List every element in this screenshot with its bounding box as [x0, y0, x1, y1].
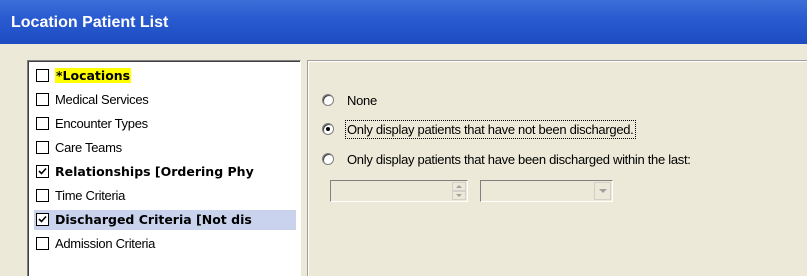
list-item-label: Time Criteria: [55, 188, 126, 203]
list-item-locations[interactable]: *Locations: [34, 66, 296, 86]
spin-buttons[interactable]: [452, 182, 466, 200]
checkbox[interactable]: [36, 141, 49, 154]
radio-label: None: [347, 93, 377, 108]
checkbox-checked[interactable]: [36, 165, 49, 178]
window-title: Location Patient List: [11, 14, 169, 31]
radio-button[interactable]: [322, 153, 334, 165]
radio-button[interactable]: [322, 94, 334, 106]
list-item-label: Medical Services: [55, 92, 149, 107]
list-item-medical-services[interactable]: Medical Services: [34, 90, 296, 110]
discharge-unit-select[interactable]: [480, 180, 613, 202]
radio-label: Only display patients that have been dis…: [347, 152, 691, 167]
checkbox[interactable]: [36, 189, 49, 202]
checkbox[interactable]: [36, 93, 49, 106]
radio-button-selected[interactable]: [322, 123, 334, 135]
list-item-label: Encounter Types: [55, 116, 148, 131]
list-item-label: Relationships [Ordering Phy: [55, 164, 254, 179]
checkbox[interactable]: [36, 117, 49, 130]
list-item-discharged-criteria[interactable]: Discharged Criteria [Not dis: [34, 210, 296, 230]
chevron-down-icon[interactable]: [594, 182, 611, 200]
list-item-label: Care Teams: [55, 140, 122, 155]
spin-down-icon[interactable]: [452, 191, 466, 200]
list-item-encounter-types[interactable]: Encounter Types: [34, 114, 296, 134]
radio-dot-icon: [326, 127, 330, 131]
checkbox[interactable]: [36, 237, 49, 250]
checkbox[interactable]: [36, 69, 49, 82]
list-item-label: Discharged Criteria [Not dis: [55, 212, 252, 227]
list-item-time-criteria[interactable]: Time Criteria: [34, 186, 296, 206]
discharge-quantity-stepper[interactable]: [330, 180, 468, 202]
list-item-care-teams[interactable]: Care Teams: [34, 138, 296, 158]
list-item-relationships[interactable]: Relationships [Ordering Phy: [34, 162, 296, 182]
check-icon: [38, 215, 47, 223]
title-bar: Location Patient List: [0, 0, 807, 44]
radio-label: Only display patients that have not been…: [345, 120, 636, 139]
discharge-options-group: [307, 60, 807, 276]
list-item-admission-criteria[interactable]: Admission Criteria: [34, 234, 296, 254]
list-item-label: Admission Criteria: [55, 236, 156, 251]
list-item-label: *Locations: [55, 68, 132, 83]
criteria-list[interactable]: *Locations Medical Services Encounter Ty…: [27, 60, 301, 276]
check-icon: [38, 167, 47, 175]
spin-up-icon[interactable]: [452, 182, 466, 191]
checkbox-checked[interactable]: [36, 213, 49, 226]
